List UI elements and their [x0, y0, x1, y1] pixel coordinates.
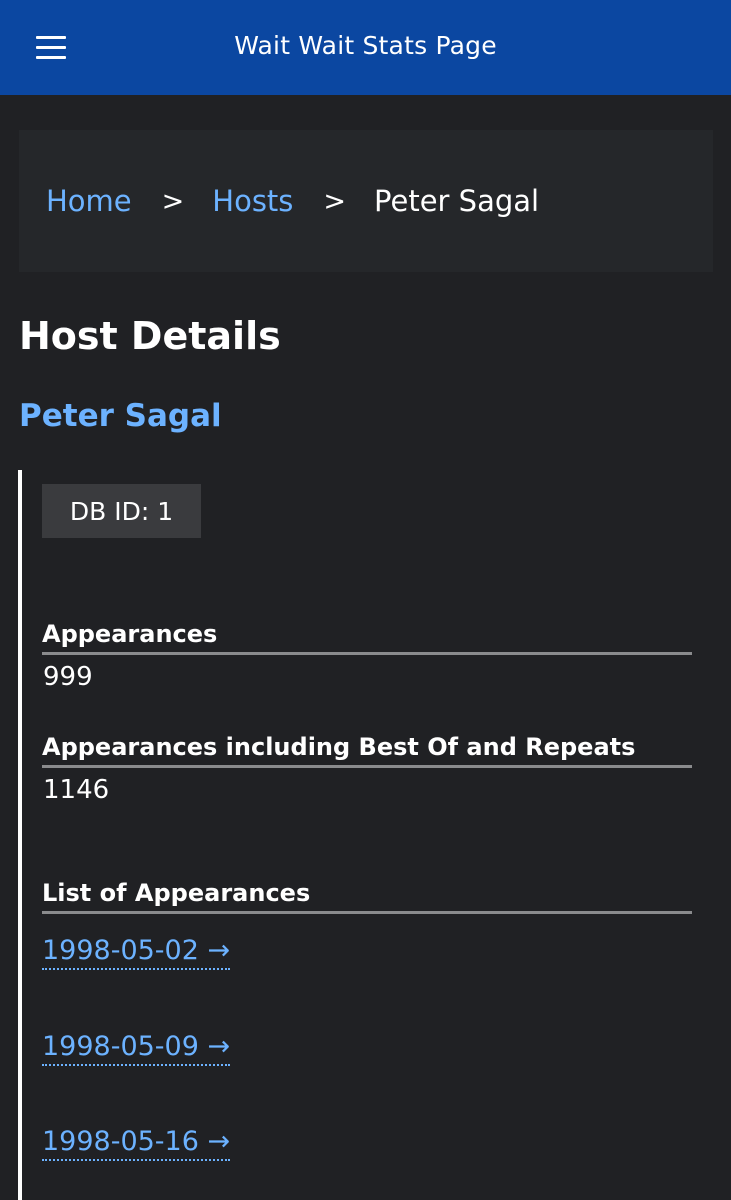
top-app-bar: Wait Wait Stats Page: [0, 0, 731, 95]
details-left-border: [18, 470, 22, 1200]
breadcrumb-current: Peter Sagal: [374, 184, 540, 218]
breadcrumb: Home > Hosts > Peter Sagal: [19, 130, 713, 272]
appearances-all-value: 1146: [43, 775, 110, 805]
app-title: Wait Wait Stats Page: [234, 31, 497, 60]
appearance-list-label: List of Appearances: [42, 879, 692, 914]
breadcrumb-separator: >: [323, 185, 347, 217]
appearances-label: Appearances: [42, 620, 692, 655]
appearance-link[interactable]: 1998-05-02 →: [42, 935, 231, 970]
page-title: Host Details: [19, 314, 281, 358]
appearance-link[interactable]: 1998-05-09 →: [42, 1031, 231, 1066]
breadcrumb-hosts-link[interactable]: Hosts: [212, 184, 293, 218]
db-id-badge: DB ID: 1: [42, 484, 201, 538]
host-name: Peter Sagal: [19, 398, 222, 434]
breadcrumb-home-link[interactable]: Home: [46, 184, 132, 218]
appearances-all-label: Appearances including Best Of and Repeat…: [42, 733, 692, 768]
appearances-value: 999: [43, 662, 93, 692]
breadcrumb-separator: >: [161, 185, 185, 217]
appearance-link[interactable]: 1998-05-16 →: [42, 1126, 231, 1161]
